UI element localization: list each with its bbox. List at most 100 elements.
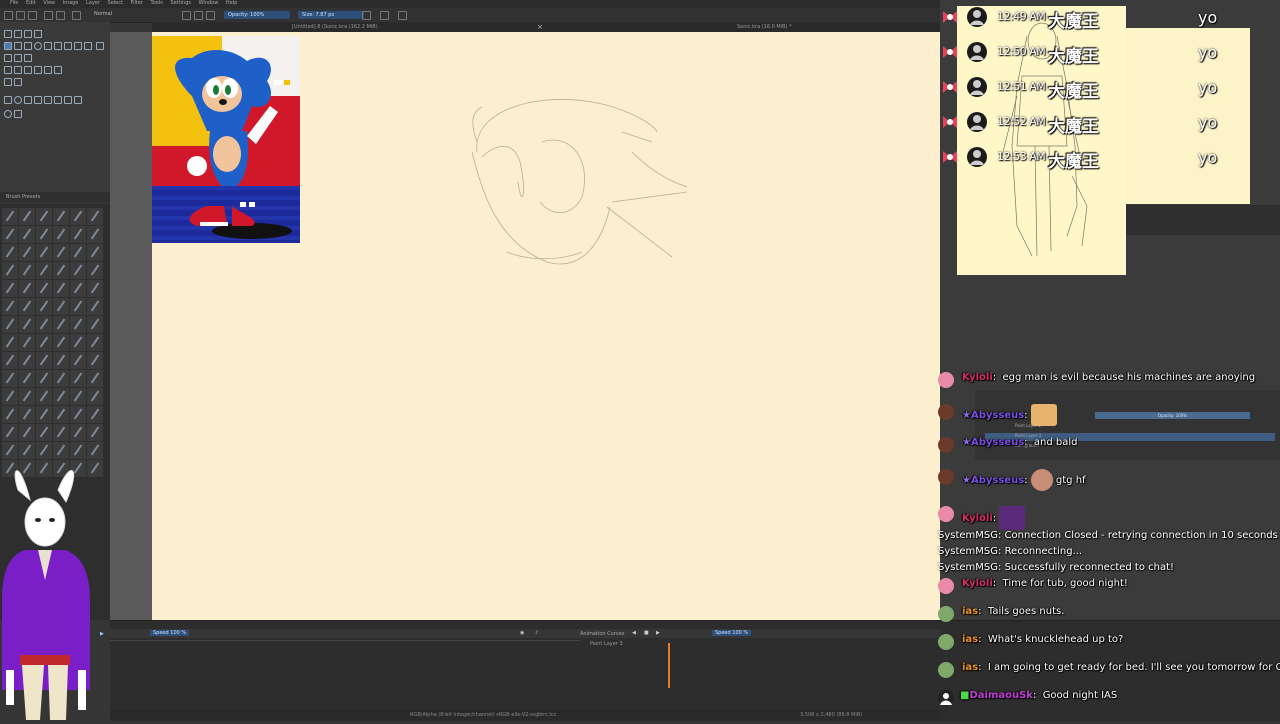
- brush-preset[interactable]: [87, 262, 103, 279]
- brush-preset[interactable]: [87, 424, 103, 441]
- preserve-alpha-icon[interactable]: [194, 11, 203, 20]
- dynamic-brush-icon[interactable]: [84, 42, 92, 50]
- bezier-tool-icon[interactable]: [64, 42, 72, 50]
- menu-tools[interactable]: Tools: [151, 0, 163, 6]
- gradient-tool-icon[interactable]: [14, 66, 22, 74]
- brush-preset[interactable]: [53, 316, 69, 333]
- polygon-tool-icon[interactable]: [44, 42, 52, 50]
- play-icon[interactable]: ▶: [100, 631, 104, 637]
- brush-preset[interactable]: [36, 316, 52, 333]
- brush-preset[interactable]: [2, 244, 18, 261]
- color-picker-icon[interactable]: [24, 66, 32, 74]
- brush-preset[interactable]: [70, 388, 86, 405]
- magnetic-select-icon[interactable]: [74, 96, 82, 104]
- close-tab-icon[interactable]: ×: [537, 23, 543, 31]
- brush-preset[interactable]: [19, 316, 35, 333]
- brush-preset[interactable]: [70, 424, 86, 441]
- brush-preset[interactable]: [36, 208, 52, 225]
- brush-preset[interactable]: [53, 208, 69, 225]
- brush-preset[interactable]: [87, 244, 103, 261]
- timeline-layer[interactable]: Paint Layer 3: [590, 641, 623, 647]
- rectangle-tool-icon[interactable]: [24, 42, 32, 50]
- brush-preset[interactable]: [87, 334, 103, 351]
- brush-preset[interactable]: [36, 226, 52, 243]
- select-shapes-icon[interactable]: [4, 30, 12, 38]
- contiguous-select-icon[interactable]: [44, 96, 52, 104]
- brush-preset[interactable]: [19, 388, 35, 405]
- fill-tool-icon[interactable]: [4, 66, 12, 74]
- brush-preset[interactable]: [2, 298, 18, 315]
- brush-preset[interactable]: [19, 208, 35, 225]
- brush-preset[interactable]: [53, 334, 69, 351]
- brush-preset[interactable]: [36, 280, 52, 297]
- brush-preset[interactable]: [70, 406, 86, 423]
- menu-window[interactable]: Window: [199, 0, 219, 6]
- polygon-select-icon[interactable]: [24, 96, 32, 104]
- text-tool-icon[interactable]: [14, 30, 22, 38]
- brush-preset[interactable]: [70, 442, 86, 459]
- stop-icon[interactable]: ■: [644, 630, 649, 636]
- brush-preset[interactable]: [53, 388, 69, 405]
- wrap-around-icon[interactable]: [398, 11, 407, 20]
- brush-preset[interactable]: [2, 334, 18, 351]
- brush-preset[interactable]: [19, 334, 35, 351]
- open-file-icon[interactable]: [16, 11, 25, 20]
- menu-file[interactable]: File: [10, 0, 18, 6]
- brush-preset[interactable]: [87, 442, 103, 459]
- playhead[interactable]: [668, 643, 670, 688]
- previous-keyframe-icon[interactable]: ◀: [632, 630, 636, 636]
- brush-preset[interactable]: [87, 370, 103, 387]
- gradient-edit-icon[interactable]: [14, 78, 22, 86]
- brush-preset[interactable]: [70, 280, 86, 297]
- crop-tool-icon[interactable]: [4, 54, 12, 62]
- brush-preset[interactable]: [2, 316, 18, 333]
- menu-help[interactable]: Help: [226, 0, 237, 6]
- speed-field[interactable]: Speed 100 %: [150, 630, 190, 636]
- polyline-tool-icon[interactable]: [54, 42, 62, 50]
- brush-preset[interactable]: [87, 406, 103, 423]
- brush-preset[interactable]: [19, 298, 35, 315]
- brush-preset[interactable]: [2, 388, 18, 405]
- brush-preset[interactable]: [2, 370, 18, 387]
- zoom-tool-icon[interactable]: [4, 110, 12, 118]
- brush-preset[interactable]: [70, 244, 86, 261]
- assistant-tool-icon[interactable]: [44, 66, 52, 74]
- brush-preset-icon[interactable]: [72, 11, 81, 20]
- pattern-icon[interactable]: [56, 11, 65, 20]
- brush-preset[interactable]: [19, 352, 35, 369]
- brush-preset[interactable]: [2, 424, 18, 441]
- menu-layer[interactable]: Layer: [86, 0, 100, 6]
- edit-shapes-icon[interactable]: [24, 30, 32, 38]
- multibrush-icon[interactable]: [96, 42, 104, 50]
- brush-preset[interactable]: [2, 280, 18, 297]
- brush-preset[interactable]: [70, 352, 86, 369]
- brush-preset[interactable]: [87, 280, 103, 297]
- blend-mode-select[interactable]: Normal: [94, 11, 112, 17]
- speed-field-2[interactable]: Speed 100 %: [712, 630, 752, 636]
- brush-preset[interactable]: [19, 424, 35, 441]
- save-icon[interactable]: [28, 11, 37, 20]
- brush-preset[interactable]: [19, 370, 35, 387]
- brush-preset[interactable]: [70, 208, 86, 225]
- brush-preset[interactable]: [36, 334, 52, 351]
- freehand-select-icon[interactable]: [34, 96, 42, 104]
- mirror-horizontal-icon[interactable]: [362, 11, 371, 20]
- brush-preset[interactable]: [2, 208, 18, 225]
- eraser-mode-icon[interactable]: [182, 11, 191, 20]
- brush-preset[interactable]: [19, 280, 35, 297]
- layer-opacity-slider[interactable]: Opacity: 100%: [1095, 412, 1250, 419]
- reference-images-icon[interactable]: [4, 78, 12, 86]
- measure-tool-icon[interactable]: [54, 66, 62, 74]
- timeline-tab[interactable]: Animation Curves: [580, 631, 624, 637]
- gradient-icon[interactable]: [44, 11, 53, 20]
- line-tool-icon[interactable]: [14, 42, 22, 50]
- similar-select-icon[interactable]: [54, 96, 62, 104]
- brush-preset[interactable]: [36, 352, 52, 369]
- brush-preset[interactable]: [87, 388, 103, 405]
- brush-preset[interactable]: [2, 406, 18, 423]
- reference-image[interactable]: [152, 36, 300, 243]
- brush-preset[interactable]: [70, 370, 86, 387]
- menu-view[interactable]: View: [43, 0, 55, 6]
- brush-preset[interactable]: [36, 262, 52, 279]
- opacity-slider[interactable]: Opacity: 100%: [224, 11, 290, 19]
